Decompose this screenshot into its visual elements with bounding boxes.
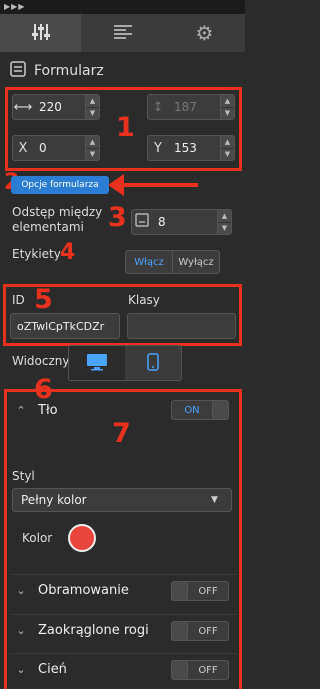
y-field[interactable]: Y 153 ▲ ▼ — [147, 135, 235, 161]
spacing-field[interactable]: 8 ▲ ▼ — [131, 209, 232, 235]
color-swatch[interactable] — [68, 524, 96, 552]
labels-on-button[interactable]: Włącz — [126, 251, 173, 273]
tab-gear[interactable]: ⚙ — [164, 14, 245, 52]
width-arrow-icon: ⟷ — [13, 99, 33, 115]
rounded-toggle-label: OFF — [198, 625, 218, 637]
border-toggle[interactable]: OFF — [171, 581, 229, 601]
background-title: Tło — [38, 402, 58, 418]
x-value[interactable]: 0 — [33, 141, 85, 155]
form-icon — [10, 61, 26, 81]
chevron-down-icon: ⌄ — [16, 584, 26, 597]
y-value[interactable]: 153 — [168, 141, 220, 155]
section-rounded-title: Zaokrąglone rogi — [38, 623, 149, 638]
chevron-down-icon: ⌄ — [16, 624, 26, 637]
tab-text[interactable] — [82, 14, 163, 52]
caret-down-icon: ▼ — [211, 495, 218, 505]
panel-title: Formularz — [34, 63, 104, 79]
section-border-title: Obramowanie — [38, 583, 129, 598]
border-toggle-label: OFF — [198, 585, 218, 597]
annotation-number-4: 4 — [60, 240, 76, 265]
desktop-icon — [86, 353, 108, 374]
height-stepper: ▲ ▼ — [220, 95, 234, 119]
x-field[interactable]: X 0 ▲ ▼ — [12, 135, 100, 161]
mobile-view-button[interactable] — [125, 346, 181, 380]
style-label: Styl — [12, 469, 35, 483]
form-options-button[interactable]: Opcje formularza — [11, 176, 109, 194]
shadow-toggle[interactable]: OFF — [171, 660, 229, 680]
sliders-icon — [31, 22, 51, 45]
height-arrow-icon: ↕ — [152, 99, 164, 115]
labels-off-button[interactable]: Wyłącz — [173, 251, 219, 273]
toggle-knob — [172, 622, 188, 640]
spacing-value[interactable]: 8 — [152, 215, 217, 229]
section-shadow[interactable]: ⌄ Cień OFF — [10, 653, 237, 685]
x-label: X — [18, 140, 28, 156]
section-rounded-corners[interactable]: ⌄ Zaokrąglone rogi OFF — [10, 614, 237, 646]
labels-label: Etykiety — [12, 247, 61, 261]
text-align-icon — [113, 24, 133, 43]
background-toggle[interactable]: ON — [171, 400, 229, 420]
height-field: ↕ 187 ▲ ▼ — [147, 94, 235, 120]
chevron-up-icon: ⌃ — [16, 403, 26, 417]
annotation-number-5: 5 — [34, 284, 53, 315]
window-top-strip: ▶▶▶ — [0, 0, 245, 14]
class-label: Klasy — [128, 293, 160, 307]
spacing-stepper[interactable]: ▲ ▼ — [217, 210, 231, 234]
width-field[interactable]: ⟷ 220 ▲ ▼ — [12, 94, 100, 120]
panel-header: Formularz — [10, 60, 104, 82]
class-input[interactable] — [127, 313, 236, 339]
view-toggle[interactable] — [68, 345, 182, 381]
shadow-toggle-label: OFF — [198, 664, 218, 676]
toggle-knob — [212, 401, 228, 419]
rounded-toggle[interactable]: OFF — [171, 621, 229, 641]
id-input[interactable]: oZTwlCpTkCDZr — [10, 313, 120, 339]
annotation-number-1: 1 — [116, 112, 135, 143]
background-toggle-label: ON — [184, 404, 200, 416]
width-stepper[interactable]: ▲ ▼ — [85, 95, 99, 119]
desktop-view-button[interactable] — [69, 346, 125, 380]
annotation-number-3: 3 — [108, 202, 127, 233]
section-background-header[interactable]: ⌃ Tło ON — [10, 394, 237, 426]
labels-toggle[interactable]: Włącz Wyłącz — [125, 250, 220, 274]
gear-icon: ⚙ — [195, 21, 214, 45]
height-value: 187 — [174, 100, 197, 114]
collapse-dots[interactable]: ▶▶▶ — [4, 2, 25, 11]
color-label: Kolor — [22, 531, 53, 545]
chevron-down-icon: ⌄ — [16, 663, 26, 676]
width-value[interactable]: 220 — [33, 100, 85, 114]
style-select[interactable]: Pełny kolor ▼ — [12, 488, 232, 512]
spacing-label: Odstęp między elementami — [12, 205, 103, 234]
mobile-icon — [147, 352, 159, 374]
x-stepper[interactable]: ▲ ▼ — [85, 136, 99, 160]
toggle-knob — [172, 582, 188, 600]
tab-bar: ⚙ — [0, 14, 245, 52]
y-stepper[interactable]: ▲ ▼ — [220, 136, 234, 160]
section-border[interactable]: ⌄ Obramowanie OFF — [10, 574, 237, 606]
spacing-icon — [132, 213, 152, 231]
tab-settings[interactable] — [0, 14, 81, 52]
y-label: Y — [154, 140, 162, 156]
id-label: ID — [12, 293, 25, 307]
toggle-knob — [172, 661, 188, 679]
style-value: Pełny kolor — [21, 493, 87, 507]
section-shadow-title: Cień — [38, 662, 67, 677]
annotation-arrow-2 — [108, 174, 198, 196]
